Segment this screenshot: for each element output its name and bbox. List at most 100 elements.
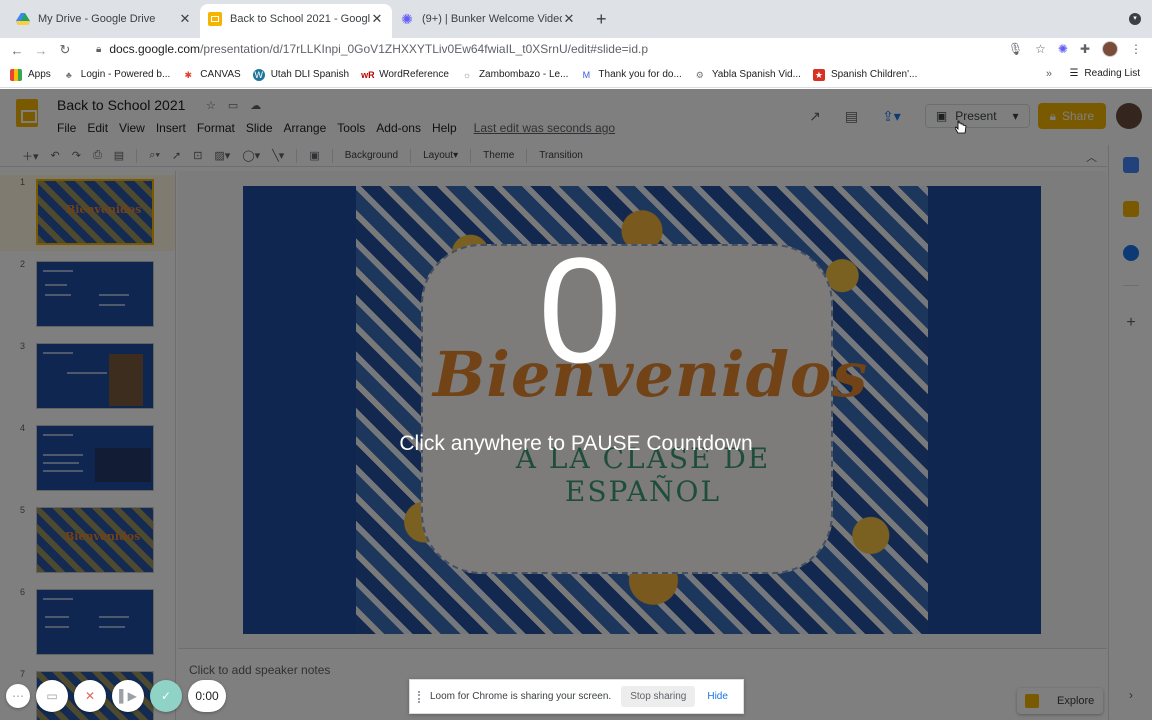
bookmark-login[interactable]: ♣ Login - Powered b...: [63, 69, 170, 81]
menu-arrange[interactable]: Arrange: [284, 121, 327, 135]
close-tab-icon[interactable]: ✕: [178, 11, 192, 27]
bookmark-wordreference[interactable]: wR WordReference: [361, 69, 449, 81]
slide-number: 5: [20, 505, 26, 515]
slide-thumbnail-6[interactable]: [36, 589, 154, 655]
slide-thumbnail-1[interactable]: Bienvenidos: [36, 179, 154, 245]
more-bookmarks-button[interactable]: »: [1046, 68, 1052, 80]
background-button[interactable]: Background: [345, 150, 398, 161]
keep-icon[interactable]: [1123, 201, 1139, 217]
chrome-menu-icon[interactable]: ⋮: [1130, 42, 1142, 56]
share-button[interactable]: 🔒︎ Share: [1037, 103, 1106, 129]
add-comment-icon[interactable]: ▣: [309, 149, 319, 162]
bookmark-canvas[interactable]: ✱ CANVAS: [182, 69, 241, 81]
bookmark-apps[interactable]: Apps: [10, 68, 51, 81]
close-tab-icon[interactable]: ✕: [562, 11, 576, 27]
print-icon[interactable]: ⎙: [93, 149, 102, 162]
chevron-down-icon[interactable]: ▾: [1013, 109, 1019, 123]
document-title[interactable]: Back to School 2021: [57, 97, 185, 113]
slide-thumbnail-2[interactable]: [36, 261, 154, 327]
menu-help[interactable]: Help: [432, 121, 457, 135]
countdown-number[interactable]: 0: [480, 235, 680, 385]
shape-icon[interactable]: ◯▾: [242, 149, 260, 162]
present-button[interactable]: ▣ Present ▾: [924, 104, 1030, 128]
slide-thumbnail-5[interactable]: Bienvenidos: [36, 507, 154, 573]
undo-icon[interactable]: ↶: [51, 149, 60, 162]
slide-thumbnail-3[interactable]: [36, 343, 154, 409]
transition-button[interactable]: Transition: [539, 150, 583, 161]
calendar-icon[interactable]: [1123, 157, 1139, 173]
menu-slide[interactable]: Slide: [246, 121, 273, 135]
bookmark-spanish-children[interactable]: ★ Spanish Children'...: [812, 68, 917, 81]
slide-number: 7: [20, 669, 26, 679]
activity-trend-icon[interactable]: ↗: [809, 108, 821, 125]
zoom-icon[interactable]: ⌕▾: [149, 149, 160, 162]
bookmark-yabla[interactable]: ⚙ Yabla Spanish Vid...: [694, 69, 801, 81]
select-cursor-icon[interactable]: ➚: [172, 149, 181, 162]
pause-recording-icon[interactable]: ▌▶: [112, 680, 144, 712]
pause-countdown-message[interactable]: Click anywhere to PAUSE Countdown: [330, 432, 822, 456]
bookmark-utah-dli[interactable]: W Utah DLI Spanish: [252, 68, 349, 81]
close-tab-icon[interactable]: ✕: [370, 11, 384, 27]
text-box-icon[interactable]: ⊡: [193, 149, 202, 162]
tab-bunker-welcome-video[interactable]: ✺ (9+) | Bunker Welcome Video ✕: [392, 4, 584, 34]
url-field[interactable]: 🔒︎ docs.google.com/presentation/d/17rLLK…: [88, 38, 1048, 60]
tab-title: (9+) | Bunker Welcome Video: [422, 13, 562, 25]
drag-handle-icon[interactable]: [418, 690, 422, 703]
toolbar-divider: [331, 148, 333, 163]
tasks-icon[interactable]: [1123, 245, 1139, 261]
new-slide-icon[interactable]: ＋▾: [22, 148, 39, 164]
menu-insert[interactable]: Insert: [156, 121, 186, 135]
cancel-recording-icon[interactable]: ✕: [74, 680, 106, 712]
meet-present-icon[interactable]: ⇪▾: [882, 108, 901, 125]
finish-recording-icon[interactable]: ✓: [150, 680, 182, 712]
image-icon[interactable]: ▨▾: [214, 149, 230, 162]
slide-number: 6: [20, 587, 26, 597]
hide-notice-button[interactable]: Hide: [707, 691, 728, 702]
get-add-ons-icon[interactable]: +: [1123, 315, 1139, 331]
paint-format-icon[interactable]: ▤: [114, 149, 124, 162]
microphone-icon[interactable]: 🎙︎: [1008, 42, 1023, 56]
extensions-puzzle-icon[interactable]: ✚: [1080, 42, 1090, 56]
bookmark-star-icon[interactable]: ☆: [1035, 42, 1046, 56]
comment-history-icon[interactable]: ▤: [845, 108, 858, 125]
theme-button[interactable]: Theme: [483, 150, 514, 161]
tab-google-drive[interactable]: My Drive - Google Drive ✕: [8, 4, 200, 34]
share-label: Share: [1061, 109, 1094, 123]
bookmark-thank-you[interactable]: M Thank you for do...: [580, 69, 682, 81]
line-icon[interactable]: ╲▾: [272, 149, 284, 162]
back-icon[interactable]: ←: [5, 43, 29, 58]
menu-view[interactable]: View: [119, 121, 145, 135]
redo-icon[interactable]: ↷: [72, 149, 81, 162]
last-edit-link[interactable]: Last edit was seconds ago: [474, 121, 615, 135]
tab-back-to-school[interactable]: Back to School 2021 - Google ✕: [200, 4, 392, 38]
tab-search-icon[interactable]: ▾: [1129, 13, 1141, 25]
reload-icon[interactable]: ↻: [53, 42, 77, 58]
expand-panel-icon[interactable]: ›: [1123, 687, 1139, 703]
profile-avatar[interactable]: [1102, 41, 1118, 57]
explore-button[interactable]: Explore: [1017, 688, 1103, 714]
new-tab-button[interactable]: +: [596, 9, 607, 30]
browser-tabstrip: My Drive - Google Drive ✕ Back to School…: [0, 0, 1152, 38]
move-folder-icon[interactable]: ▭: [228, 99, 238, 112]
slide-thumbnail-4[interactable]: [36, 425, 154, 491]
forward-icon[interactable]: →: [29, 43, 53, 58]
collapse-toolbar-icon[interactable]: ︿: [1086, 149, 1097, 165]
more-options-icon[interactable]: ⋯: [6, 684, 30, 708]
menu-tools[interactable]: Tools: [337, 121, 365, 135]
layout-button[interactable]: Layout▾: [423, 150, 458, 161]
reading-list-button[interactable]: ☰ Reading List: [1069, 68, 1140, 79]
camera-off-icon[interactable]: ▭: [36, 680, 68, 712]
bookmark-zambombazo[interactable]: ☼ Zambombazo - Le...: [461, 69, 569, 81]
menu-edit[interactable]: Edit: [87, 121, 108, 135]
menu-add-ons[interactable]: Add-ons: [376, 121, 421, 135]
slides-logo-icon[interactable]: [16, 99, 38, 127]
menu-file[interactable]: File: [57, 121, 76, 135]
loom-extension-icon[interactable]: ✺: [1058, 42, 1068, 56]
star-icon[interactable]: ☆: [206, 99, 216, 112]
screen-sharing-notice: Loom for Chrome is sharing your screen. …: [409, 679, 744, 714]
menu-format[interactable]: Format: [197, 121, 235, 135]
slide-number: 1: [20, 177, 26, 187]
reading-list-label: Reading List: [1084, 68, 1140, 79]
account-avatar[interactable]: [1116, 103, 1142, 129]
stop-sharing-button[interactable]: Stop sharing: [621, 686, 696, 707]
